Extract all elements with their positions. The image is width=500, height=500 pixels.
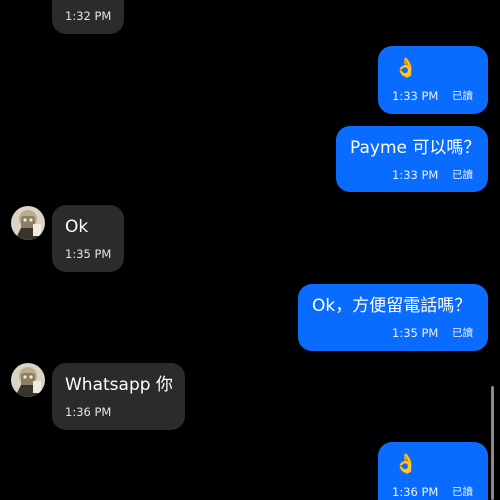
incoming-message-bubble[interactable]: Ok 1:35 PM bbox=[52, 205, 124, 272]
incoming-message-bubble[interactable]: Whatsapp 你 1:36 PM bbox=[52, 363, 185, 430]
message-time: 1:33 PM bbox=[392, 168, 439, 182]
message-text: Payme 可以嗎？ bbox=[350, 138, 481, 158]
outgoing-message-bubble[interactable]: 👌 1:36 PM 已讀 bbox=[378, 442, 488, 500]
outgoing-message-bubble[interactable]: Ok，方便留電話嗎？ 1:35 PM 已讀 bbox=[298, 284, 488, 351]
message-text: Whatsapp 你 bbox=[65, 375, 173, 395]
message-time: 1:35 PM bbox=[392, 326, 439, 340]
chat-screen: 1:32 PM 👌 1:33 PM 已讀 Payme 可以嗎？ 1:33 PM … bbox=[0, 0, 500, 500]
scrollbar[interactable] bbox=[491, 386, 494, 500]
read-receipt: 已讀 bbox=[452, 90, 473, 102]
message-time: 1:32 PM bbox=[65, 9, 112, 23]
message-time: 1:33 PM bbox=[392, 89, 439, 103]
outgoing-message-bubble[interactable]: 👌 1:33 PM 已讀 bbox=[378, 46, 488, 114]
avatar-image bbox=[11, 363, 45, 397]
read-receipt: 已讀 bbox=[452, 486, 473, 498]
message-time: 1:35 PM bbox=[65, 247, 112, 261]
ok-hand-emoji: 👌 bbox=[394, 453, 418, 475]
contact-avatar[interactable] bbox=[11, 363, 45, 397]
message-time: 1:36 PM bbox=[65, 405, 112, 419]
outgoing-message-bubble[interactable]: Payme 可以嗎？ 1:33 PM 已讀 bbox=[336, 126, 488, 192]
message-text: Ok，方便留電話嗎？ bbox=[312, 296, 472, 316]
avatar-image bbox=[11, 206, 45, 240]
incoming-message-bubble[interactable]: 1:32 PM bbox=[52, 0, 124, 34]
ok-hand-emoji: 👌 bbox=[394, 57, 418, 79]
message-time: 1:36 PM bbox=[392, 485, 439, 499]
contact-avatar[interactable] bbox=[11, 206, 45, 240]
read-receipt: 已讀 bbox=[452, 169, 473, 181]
message-text: Ok bbox=[65, 217, 89, 237]
read-receipt: 已讀 bbox=[452, 327, 473, 339]
